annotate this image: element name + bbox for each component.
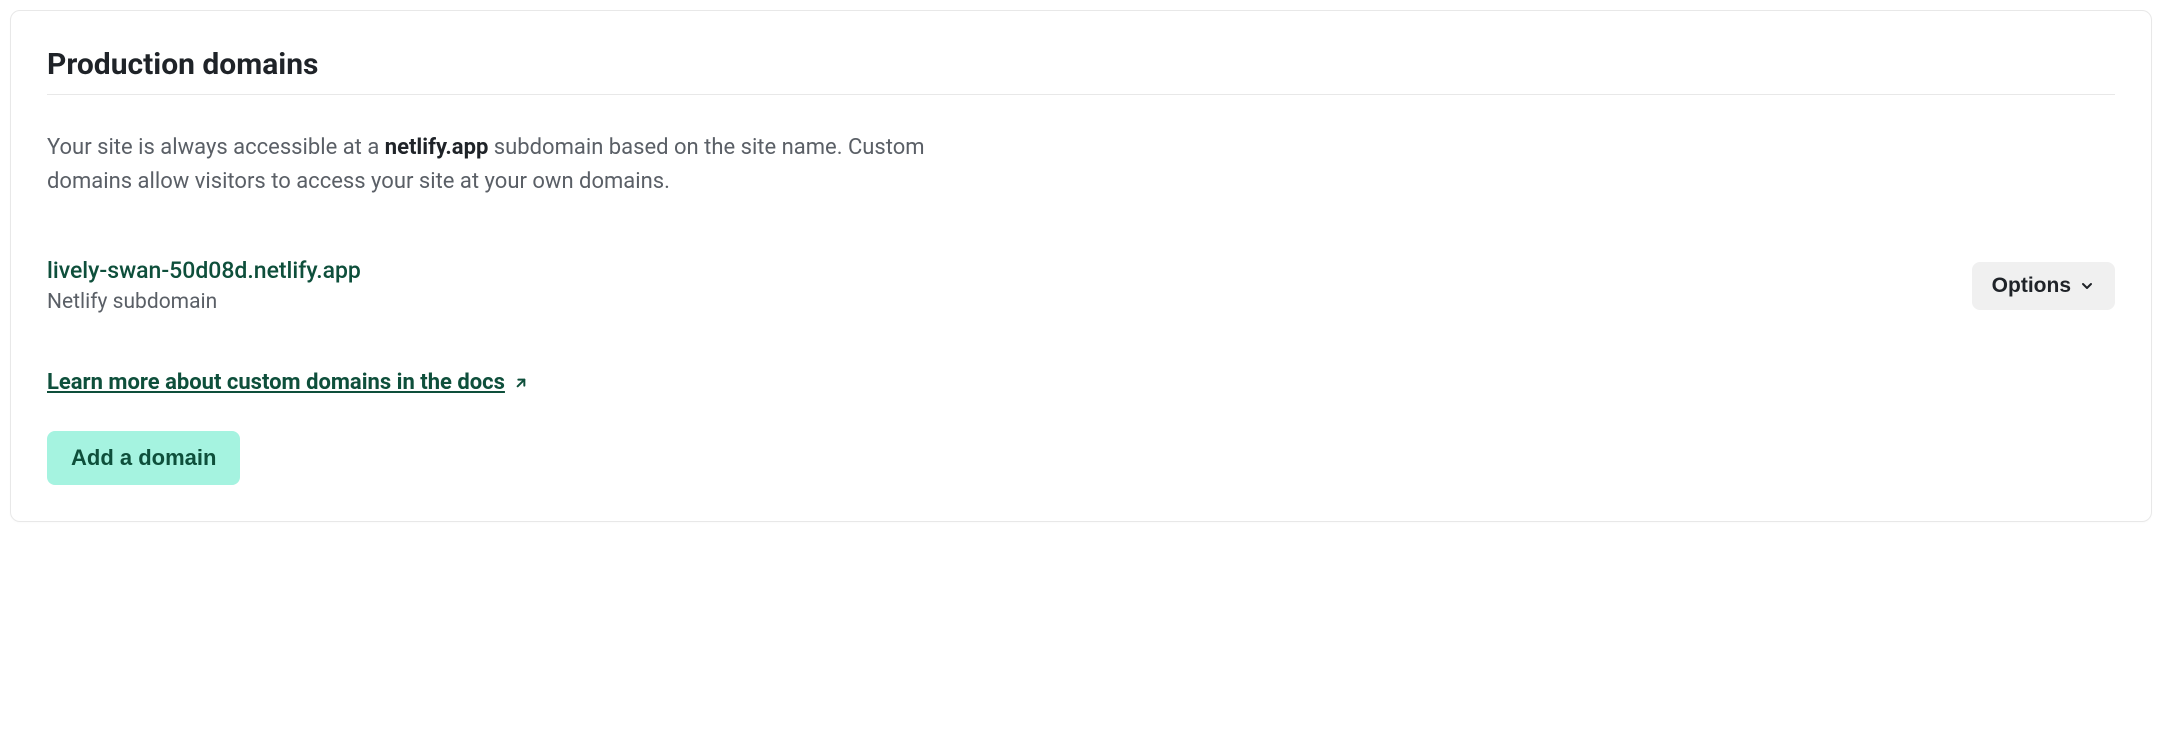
- learn-link-text: Learn more about custom domains in the d…: [47, 370, 505, 395]
- domain-row: lively-swan-50d08d.netlify.app Netlify s…: [47, 257, 2115, 314]
- production-domains-card: Production domains Your site is always a…: [10, 10, 2152, 522]
- domain-info: lively-swan-50d08d.netlify.app Netlify s…: [47, 257, 361, 314]
- external-link-icon: [513, 375, 529, 391]
- add-domain-button[interactable]: Add a domain: [47, 431, 240, 485]
- options-label: Options: [1992, 274, 2071, 298]
- description-prefix: Your site is always accessible at a: [47, 135, 385, 160]
- card-title: Production domains: [47, 47, 2115, 95]
- card-description: Your site is always accessible at a netl…: [47, 131, 987, 199]
- add-domain-row: Add a domain: [47, 431, 2115, 485]
- learn-more-link[interactable]: Learn more about custom domains in the d…: [47, 370, 529, 395]
- options-button[interactable]: Options: [1972, 262, 2115, 310]
- chevron-down-icon: [2079, 278, 2095, 294]
- domain-sublabel: Netlify subdomain: [47, 290, 361, 314]
- description-bold: netlify.app: [385, 135, 489, 160]
- learn-link-row: Learn more about custom domains in the d…: [47, 370, 2115, 395]
- domain-url-link[interactable]: lively-swan-50d08d.netlify.app: [47, 257, 361, 284]
